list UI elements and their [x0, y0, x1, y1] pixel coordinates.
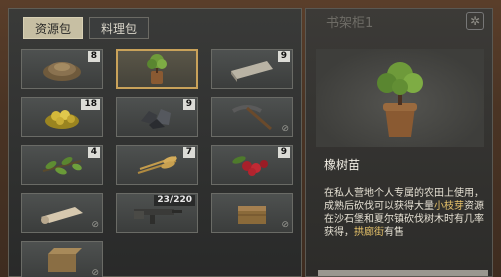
item-slot[interactable]: 9: [211, 145, 293, 185]
soil-pile-icon: [43, 62, 81, 81]
item-count-badge: 9: [277, 147, 290, 158]
gear-icon[interactable]: ✲: [466, 12, 484, 30]
fabric-roll-icon: [41, 207, 83, 224]
item-name: 橡树苗: [324, 158, 361, 172]
scroll-bar[interactable]: [318, 270, 488, 276]
wooden-crate-icon: [238, 206, 266, 224]
highlight-resource: 小枝芽: [434, 201, 464, 212]
lock-icon: ⊘: [91, 268, 99, 277]
item-slot[interactable]: 8: [21, 49, 103, 89]
wooden-box-icon: [48, 248, 82, 272]
tab-cooking-pack[interactable]: 料理包: [89, 17, 149, 39]
leaf-branch-icon: [42, 157, 82, 175]
item-slot[interactable]: [116, 49, 198, 89]
item-slot[interactable]: 18: [21, 97, 103, 137]
item-count-badge: 4: [87, 147, 100, 158]
item-slot[interactable]: 7: [116, 145, 198, 185]
item-slot[interactable]: ⊘: [211, 97, 293, 137]
item-count-badge: 7: [182, 147, 195, 158]
item-slot[interactable]: ⊘: [211, 193, 293, 233]
berries-icon: [232, 156, 268, 176]
lock-icon: ⊘: [281, 220, 289, 230]
lock-icon: ⊘: [281, 124, 289, 134]
ammo-count-badge: 23/220: [154, 195, 195, 206]
item-slot[interactable]: ⊘: [21, 193, 103, 233]
item-slot[interactable]: ⊘: [21, 241, 103, 277]
item-description: 在私人营地个人专属的农田上使用，成熟后砍伐可以获得大量小枝芽资源 在沙石堡和夏尔…: [324, 188, 484, 238]
item-count-badge: 18: [81, 99, 100, 110]
item-slot[interactable]: 23/220: [116, 193, 198, 233]
cloth-roll-icon: [231, 61, 273, 82]
inventory-panel: 资源包 料理包 8 9 18 9 ⊘ 4 7 9 ⊘ 23/220 ⊘ ⊘: [8, 8, 302, 277]
tab-bar: 资源包 料理包: [23, 17, 149, 39]
pickaxe-icon: [232, 105, 272, 131]
detail-title: 书架柜1: [326, 16, 374, 31]
gold-ore-icon: [45, 110, 79, 129]
wheat-icon: [137, 156, 177, 174]
tab-resource-pack[interactable]: 资源包: [23, 17, 83, 39]
item-detail-panel: 书架柜1 ✲ 橡树苗 在私人营地个人专属的农田上使用，成熟后砍伐可以获得大量小枝…: [305, 8, 493, 277]
item-slot[interactable]: 9: [211, 49, 293, 89]
item-count-badge: 9: [182, 99, 195, 110]
highlight-location: 拱廊街: [354, 227, 384, 238]
item-count-badge: 9: [277, 51, 290, 62]
tree-sapling-icon: [147, 54, 167, 84]
item-slot[interactable]: 9: [116, 97, 198, 137]
lock-icon: ⊘: [91, 220, 99, 230]
item-count-badge: 8: [87, 51, 100, 62]
coal-ore-icon: [141, 109, 171, 129]
tree-sapling-icon: [377, 62, 423, 137]
item-slot[interactable]: 4: [21, 145, 103, 185]
item-preview: [316, 49, 484, 147]
